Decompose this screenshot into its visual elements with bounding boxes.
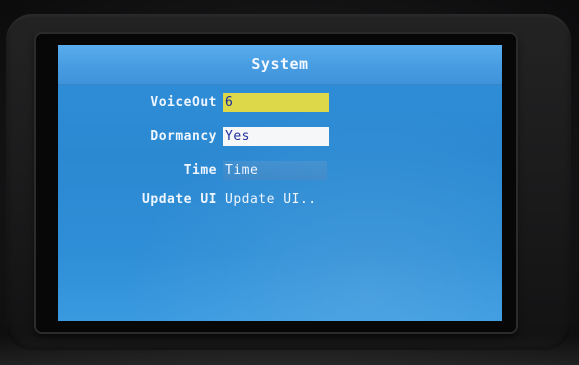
update-ui-field[interactable]: Update UI.. xyxy=(223,190,363,209)
time-label: Time xyxy=(183,163,217,178)
device-reflection xyxy=(0,335,579,365)
menu-row-dormancy[interactable]: Dormancy Yes xyxy=(58,126,502,148)
time-field[interactable]: Time xyxy=(223,161,327,180)
menu-row-voiceout[interactable]: VoiceOut 6 xyxy=(58,92,502,114)
voiceout-field[interactable]: 6 xyxy=(223,93,329,112)
menu-row-update-ui[interactable]: Update UI Update UI.. xyxy=(58,189,502,211)
update-ui-label: Update UI xyxy=(142,192,217,207)
voiceout-label: VoiceOut xyxy=(150,95,217,110)
dormancy-field[interactable]: Yes xyxy=(223,127,329,146)
menu-row-time[interactable]: Time Time xyxy=(58,160,502,182)
dormancy-label: Dormancy xyxy=(150,129,217,144)
lcd-screen: System VoiceOut 6 Dormancy Yes Time Time… xyxy=(58,45,502,321)
title-bar: System xyxy=(58,45,502,85)
device-bezel: System VoiceOut 6 Dormancy Yes Time Time… xyxy=(0,0,579,365)
screen-title: System xyxy=(251,55,309,73)
